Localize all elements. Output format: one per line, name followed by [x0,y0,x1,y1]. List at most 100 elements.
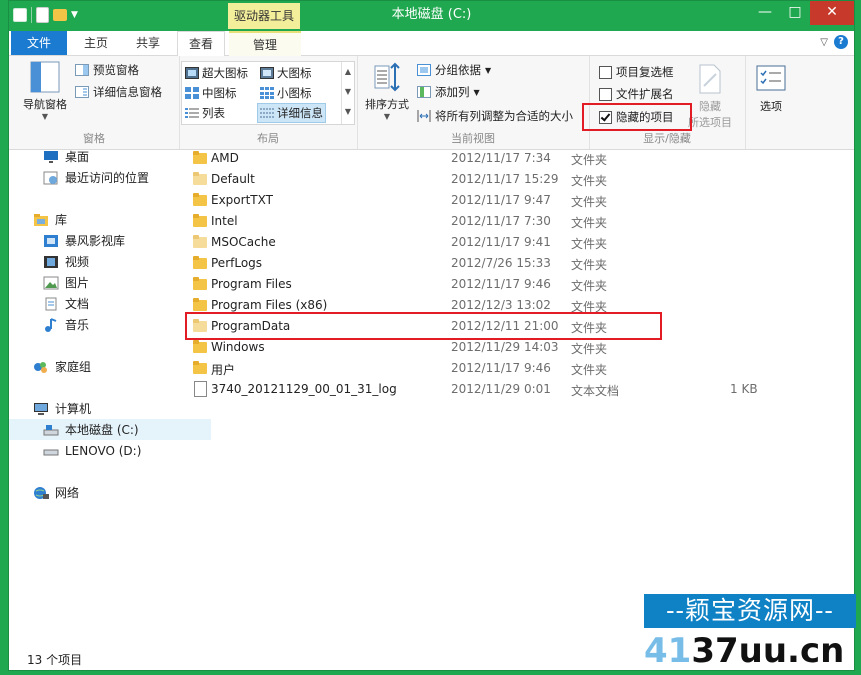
sort-by-button[interactable]: 排序方式 ▼ [361,60,413,121]
chevron-down-icon: ▼ [383,112,391,121]
item-count: 13 个项目 [27,653,83,667]
explorer-window: ▼ 本地磁盘 (C:) 驱动器工具 — □ ✕ 文件 主页 共享 查看 管理 ▽… [8,0,855,671]
layout-list[interactable]: 列表 [185,105,225,121]
documents-icon [43,297,59,311]
chevron-down-icon[interactable]: ▼ [342,82,354,102]
nav-pane-icon [29,60,61,94]
file-extensions-toggle[interactable]: 文件扩展名 [599,86,674,102]
list-item[interactable]: Intel 2012/11/17 7:30 文件夹 [185,211,845,232]
nav-item-local-disk-c[interactable]: 本地磁盘 (C:) [9,419,211,440]
add-column-icon [417,86,431,98]
details-view-icon [260,107,274,119]
item-checkboxes-checkbox[interactable] [599,65,612,79]
list-item[interactable]: Default 2012/11/17 15:29 文件夹 [185,169,845,190]
layout-extra-large-icons[interactable]: 超大图标 [185,65,248,81]
hide-selected-icon [694,62,726,96]
folder-icon [193,214,207,227]
layout-details[interactable]: 详细信息 [257,103,326,123]
help-icon[interactable]: ? [834,35,848,49]
chevron-down-icon: ▼ [41,112,49,121]
medium-icons-icon [185,87,199,99]
nav-item-lenovo-d[interactable]: LENOVO (D:) [9,440,211,461]
network-icon [33,486,49,500]
group-label-layout: 布局 [257,132,279,145]
fit-columns-button[interactable]: 将所有列调整为合适的大小 [417,108,573,124]
details-pane-icon [75,86,89,98]
group-current-view: 排序方式 ▼ 分组依据 ▼ 添加列 ▼ 将所有列调整为合适的大小 当前视图 [357,56,590,149]
layout-gallery-scroll[interactable]: ▲ ▼ ▼ [341,62,354,124]
maximize-button[interactable]: □ [780,1,810,25]
add-column-button[interactable]: 添加列 ▼ [417,84,480,100]
folder-icon [193,151,207,164]
computer-icon [33,402,49,416]
list-item[interactable]: MSOCache 2012/11/17 9:41 文件夹 [185,232,845,253]
list-item[interactable]: Windows 2012/11/29 14:03 文件夹 [185,337,845,358]
group-by-button[interactable]: 分组依据 ▼ [417,62,491,78]
nav-pane-button[interactable]: 导航窗格 ▼ [15,60,75,121]
tab-home[interactable]: 主页 [73,31,119,55]
extra-large-icons-icon [185,67,199,79]
nav-item-baofeng[interactable]: 暴风影视库 [9,230,211,251]
tab-view[interactable]: 查看 [177,31,225,57]
list-item[interactable]: 3740_20121129_00_01_31_log 2012/11/29 0:… [185,379,845,400]
tab-manage[interactable]: 管理 [229,31,301,57]
more-icon[interactable]: ▼ [342,102,354,122]
drive-icon [43,423,59,437]
group-options: 选项 [745,56,795,149]
nav-item-documents[interactable]: 文档 [9,293,211,314]
layout-large-icons[interactable]: 大图标 [260,65,312,81]
options-button[interactable]: 选项 [751,62,791,114]
item-checkboxes-toggle[interactable]: 项目复选框 [599,64,674,80]
highlight-hidden-items [582,103,692,131]
fit-columns-icon [417,110,431,122]
file-list: AMD 2012/11/17 7:34 文件夹 Default 2012/11/… [185,150,853,645]
nav-item-libraries[interactable]: 库 [9,209,201,230]
chevron-down-icon: ▼ [485,65,492,75]
context-tab-group: 驱动器工具 [228,3,300,29]
nav-item-recent[interactable]: 最近访问的位置 [9,167,211,188]
window-title: 本地磁盘 (C:) [391,7,472,22]
media-library-icon [43,234,59,248]
list-view-icon [185,107,199,119]
nav-item-computer[interactable]: 计算机 [9,398,201,419]
minimize-button[interactable]: — [750,1,780,25]
list-item[interactable]: PerfLogs 2012/7/26 15:33 文件夹 [185,253,845,274]
ribbon-tabs: 文件 主页 共享 查看 管理 ▽ ? [9,31,854,57]
list-item[interactable]: 用户 2012/11/17 9:46 文件夹 [185,358,845,379]
list-item[interactable]: ExportTXT 2012/11/17 9:47 文件夹 [185,190,845,211]
hide-selected-button[interactable]: 隐藏 所选项目 [685,62,735,130]
nav-item-pictures[interactable]: 图片 [9,272,211,293]
nav-item-desktop[interactable]: 桌面 [9,146,211,167]
tab-file[interactable]: 文件 [11,31,67,55]
layout-small-icons[interactable]: 小图标 [260,85,312,101]
group-label-show-hide: 显示/隐藏 [643,132,691,145]
music-icon [43,317,59,332]
nav-item-videos[interactable]: 视频 [9,251,211,272]
list-item[interactable]: AMD 2012/11/17 7:34 文件夹 [185,148,845,169]
file-extensions-checkbox[interactable] [599,87,612,101]
preview-pane-button[interactable]: 预览窗格 [75,62,139,78]
ribbon-right-controls: ▽ ? [820,35,848,49]
nav-item-network[interactable]: 网络 [9,482,201,503]
list-item[interactable]: Program Files 2012/11/17 9:46 文件夹 [185,274,845,295]
navigation-pane: 桌面 最近访问的位置 库 暴风影视库 视频 图片 文档 音乐 家庭组 计算机 本… [9,150,211,645]
minimize-ribbon-icon[interactable]: ▽ [820,37,828,48]
group-by-icon [417,64,431,76]
nav-item-music[interactable]: 音乐 [9,314,211,335]
drive-icon [43,444,59,458]
details-pane-button[interactable]: 详细信息窗格 [75,84,162,100]
tab-share[interactable]: 共享 [125,31,171,55]
nav-item-homegroup[interactable]: 家庭组 [9,356,201,377]
close-button[interactable]: ✕ [810,1,854,25]
pictures-icon [43,276,59,290]
folder-icon [193,256,207,269]
chevron-up-icon[interactable]: ▲ [342,62,354,82]
ribbon: 导航窗格 ▼ 预览窗格 详细信息窗格 窗格 布局 超大图标 大图标 中图标 小图… [9,56,854,150]
layout-medium-icons[interactable]: 中图标 [185,85,237,101]
watermark-url: 4137uu.cn [644,631,845,671]
large-icons-icon [260,67,274,79]
homegroup-icon [33,360,49,374]
group-panes: 导航窗格 ▼ 预览窗格 详细信息窗格 窗格 [9,56,180,149]
layout-gallery: 超大图标 大图标 中图标 小图标 列表 详细信息 ▲ ▼ ▼ [181,61,355,125]
folder-icon [193,361,207,374]
